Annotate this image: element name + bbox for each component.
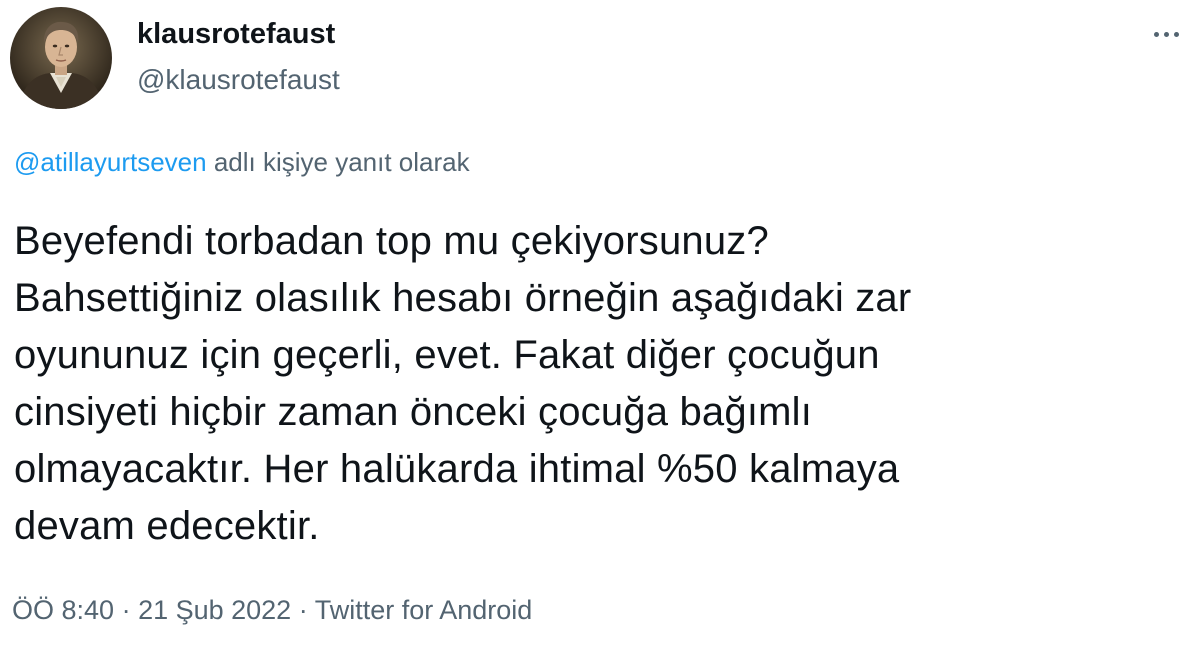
tweet-text-line: Bahsettiğiniz olasılık hesabı örneğin aş… — [14, 276, 912, 320]
tweet-text-line: oyununuz için geçerli, evet. Fakat diğer… — [14, 333, 880, 377]
author-handle[interactable]: @klausrotefaust — [137, 64, 340, 96]
meta-separator: · — [114, 595, 139, 625]
reply-mention-link[interactable]: @atillayurtseven — [14, 147, 207, 177]
tweet-time[interactable]: ÖÖ 8:40 — [12, 595, 114, 625]
tweet-text-line: devam edecektir. — [14, 504, 320, 548]
tweet-metadata: ÖÖ 8:40 · 21 Şub 2022 · Twitter for Andr… — [12, 594, 532, 626]
meta-separator: · — [291, 595, 315, 625]
author-display-name[interactable]: klausrotefaust — [137, 18, 335, 50]
author-avatar[interactable] — [10, 7, 112, 109]
tweet-text-line: Beyefendi torbadan top mu çekiyorsunuz? — [14, 219, 769, 263]
ellipsis-icon — [1173, 31, 1179, 37]
reply-context-text: adlı kişiye yanıt olarak — [206, 147, 470, 177]
ellipsis-icon — [1163, 31, 1169, 37]
tweet-date[interactable]: 21 Şub 2022 — [138, 595, 291, 625]
tweet-text: Beyefendi torbadan top mu çekiyorsunuz? … — [14, 213, 1164, 555]
tweet-text-line: cinsiyeti hiçbir zaman önceki çocuğa bağ… — [14, 390, 813, 434]
tweet-text-line: olmayacaktır. Her halükarda ihtimal %50 … — [14, 447, 900, 491]
tweet-source[interactable]: Twitter for Android — [315, 595, 533, 625]
more-options-button[interactable] — [1146, 22, 1186, 46]
portrait-icon — [10, 7, 112, 109]
tweet-card: klausrotefaust @klausrotefaust @atillayu… — [0, 0, 1200, 655]
ellipsis-icon — [1153, 31, 1159, 37]
reply-context: @atillayurtseven adlı kişiye yanıt olara… — [14, 146, 470, 178]
